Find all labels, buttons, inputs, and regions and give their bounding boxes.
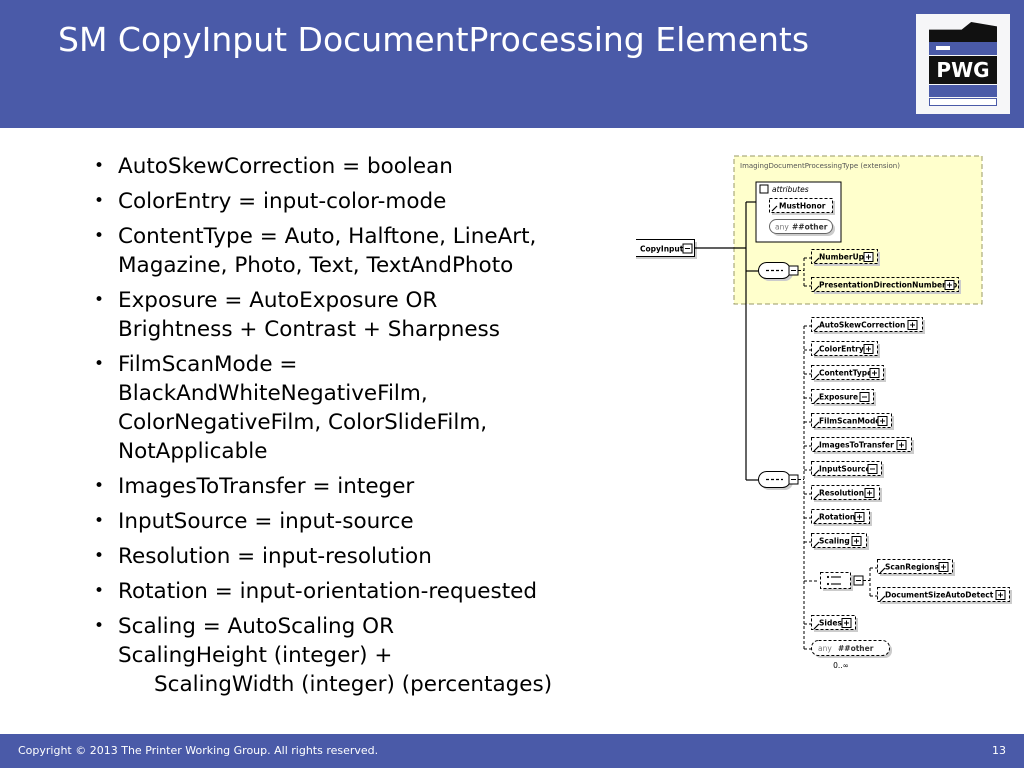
element-presentationdirection-label: PresentationDirectionNumberUp (819, 281, 958, 290)
printer-tray-shape (929, 22, 997, 42)
printer-slot-shape (936, 46, 950, 50)
bullet-line: InputSource = input-source (118, 509, 414, 534)
element-imagestotransfer-label: ImagesToTransfer (819, 441, 894, 450)
element-any-other-label: ##other (838, 644, 874, 653)
element-scaling-label: Scaling (819, 537, 850, 546)
bullet-line: Rotation = input-orientation-requested (118, 579, 538, 604)
attributes-label: attributes (772, 185, 809, 194)
choice-node-dot-1 (826, 575, 830, 579)
choice-node-dot-2 (826, 582, 830, 586)
element-any-cardinality: 0..∞ (833, 661, 849, 670)
bullet-line: ColorEntry = input-color-mode (118, 189, 447, 214)
bullet-line: BlackAndWhiteNegativeFilm, (118, 381, 428, 406)
root-element-label: CopyInput (640, 245, 684, 254)
bullet-line-indented: ScalingWidth (integer) (percentages) (154, 672, 553, 697)
bullet-line: Resolution = input-resolution (118, 544, 432, 569)
list-item: ImagesToTransfer = integer (86, 472, 626, 501)
element-colorentry-label: ColorEntry (819, 345, 864, 354)
element-filmscanmode-label: FilmScanMode (819, 417, 880, 426)
bullet-line: Scaling = AutoScaling OR (118, 614, 395, 639)
footer-copyright: Copyright © 2013 The Printer Working Gro… (18, 744, 379, 757)
printer-icon: PWG (925, 22, 1001, 106)
list-item: InputSource = input-source (86, 507, 626, 536)
element-resolution-label: Resolution (819, 489, 864, 498)
bullet-line: FilmScanMode = (118, 352, 298, 377)
list-item: Scaling = AutoScaling OR ScalingHeight (… (86, 612, 626, 699)
slide-body: AutoSkewCorrection = boolean ColorEntry … (86, 152, 626, 705)
choice-node (820, 572, 851, 589)
sequence-node-2 (758, 471, 791, 488)
element-inputsource-label: InputSource (819, 465, 871, 474)
slide-footer: Copyright © 2013 The Printer Working Gro… (0, 734, 1024, 768)
list-item: ContentType = Auto, Halftone, LineArt, M… (86, 222, 626, 280)
element-documentsizeautodetect-label: DocumentSizeAutoDetect (885, 591, 994, 600)
list-item: Resolution = input-resolution (86, 542, 626, 571)
pwg-logo-text: PWG (936, 58, 990, 82)
bullet-line: NotApplicable (118, 439, 268, 464)
bullet-line: ImagesToTransfer = integer (118, 474, 415, 499)
footer-page-number: 13 (992, 744, 1006, 757)
bullet-line: ColorNegativeFilm, ColorSlideFilm, (118, 410, 488, 435)
list-item: FilmScanMode = BlackAndWhiteNegativeFilm… (86, 350, 626, 466)
list-item: Exposure = AutoExposure OR Brightness + … (86, 286, 626, 344)
element-any-label: any (818, 644, 832, 653)
slide-header: SM CopyInput DocumentProcessing Elements… (0, 0, 1024, 128)
attribute-must-honor-label: MustHonor (779, 202, 826, 211)
list-item: AutoSkewCorrection = boolean (86, 152, 626, 181)
element-numberup-label: NumberUp (819, 253, 865, 262)
page-title: SM CopyInput DocumentProcessing Elements (58, 20, 810, 59)
bullet-line: ScalingHeight (integer) + (118, 643, 393, 668)
bullet-line: AutoSkewCorrection = boolean (118, 154, 453, 179)
pwg-logo: PWG (916, 14, 1010, 114)
sequence-node-1 (758, 262, 791, 279)
attribute-any-label: any (775, 223, 789, 232)
element-sides-label: Sides (819, 619, 842, 628)
bullet-line: Brightness + Contrast + Sharpness (118, 317, 500, 342)
element-rotation-label: Rotation (819, 513, 855, 522)
printer-band-bottom (929, 85, 997, 97)
element-contenttype-label: ContentType (819, 369, 872, 378)
bullet-line: Exposure = AutoExposure OR (118, 288, 438, 313)
attribute-any-other-label: ##other (792, 223, 828, 232)
bullet-line: Magazine, Photo, Text, TextAndPhoto (118, 253, 514, 278)
element-scanregions-label: ScanRegions (885, 563, 940, 572)
bullet-line: ContentType = Auto, Halftone, LineArt, (118, 224, 537, 249)
element-autoskewcorrection-label: AutoSkewCorrection (819, 321, 905, 330)
extension-group-label: ImagingDocumentProcessingType (extension… (740, 162, 900, 170)
attributes-toggle-box (759, 184, 769, 194)
printer-foot-shape (929, 98, 997, 106)
bullet-list: AutoSkewCorrection = boolean ColorEntry … (86, 152, 626, 699)
xsd-schema-diagram: ImagingDocumentProcessingType (extension… (636, 150, 1024, 722)
list-item: Rotation = input-orientation-requested (86, 577, 626, 606)
element-exposure-label: Exposure (819, 393, 858, 402)
printer-body-shape: PWG (929, 56, 997, 84)
list-item: ColorEntry = input-color-mode (86, 187, 626, 216)
